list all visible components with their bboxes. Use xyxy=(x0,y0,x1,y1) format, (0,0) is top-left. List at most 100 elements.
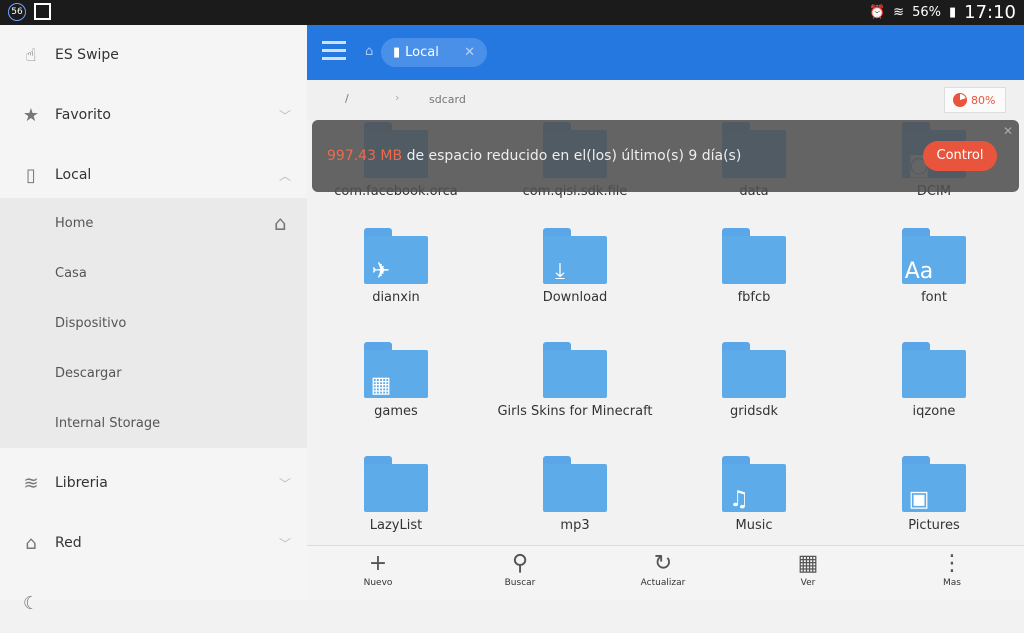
folder-item[interactable]: iqzone xyxy=(844,342,1024,419)
sidebar-sub-dispositivo[interactable]: Dispositivo xyxy=(55,316,126,331)
folder-item[interactable]: ▦ games xyxy=(306,342,486,419)
bottom-toolbar: + Nuevo ⚲ Buscar ↻ Actualizar ▦ Ver ⋮ Mas xyxy=(307,545,1024,600)
folder-icon: ♫ xyxy=(722,456,786,512)
banner-amount: 997.43 MB xyxy=(327,148,403,164)
banner-text: de espacio reducido en el(los) último(s)… xyxy=(402,148,742,164)
sidebar-item-label: Favorito xyxy=(55,107,111,123)
music-note-icon: ♫ xyxy=(729,487,749,512)
home-icon[interactable]: ⌂ xyxy=(365,44,373,59)
grid-view-icon: ▦ xyxy=(797,551,819,576)
folder-item[interactable]: ✈ dianxin xyxy=(306,228,486,305)
control-button[interactable]: Control xyxy=(923,141,997,171)
sidebar-item-label: Local xyxy=(55,167,92,183)
folder-item[interactable]: Girls Skins for Minecraft xyxy=(485,342,665,419)
layers-icon: ≋ xyxy=(23,472,39,494)
sidebar-item-partial[interactable]: ☾ xyxy=(0,573,307,633)
button-label: Nuevo xyxy=(363,578,393,588)
sidebar: ☝ ES Swipe ★ Favorito ﹀ ▯ Local ︿ Home ⌂ Casa… xyxy=(0,25,307,614)
tab-label: Local xyxy=(405,45,439,60)
view-button[interactable]: ▦ Ver xyxy=(768,550,848,588)
image-notification-icon xyxy=(34,3,51,20)
alarm-icon: ⏰ xyxy=(868,5,886,20)
chevron-down-icon: ﹀ xyxy=(278,108,291,123)
close-icon[interactable]: ✕ xyxy=(1003,124,1013,138)
folder-item[interactable]: ♫ Music xyxy=(664,456,844,533)
folder-name: iqzone xyxy=(912,404,956,419)
button-label: Mas xyxy=(943,578,961,588)
folder-name: LazyList xyxy=(369,518,423,533)
sidebar-item-label: ES Swipe xyxy=(55,47,119,63)
banner-message: 997.43 MB de espacio reducido en el(los)… xyxy=(327,148,741,164)
folder-name: Download xyxy=(542,290,608,305)
sidebar-item-es-swipe[interactable]: ☝ ES Swipe xyxy=(0,25,307,85)
menu-icon[interactable] xyxy=(322,41,346,61)
folder-icon xyxy=(722,342,786,398)
folder-item[interactable]: fbfcb xyxy=(664,228,844,305)
folder-icon: ▣ xyxy=(902,456,966,512)
storage-percent: 80% xyxy=(971,93,996,107)
font-icon: Aa xyxy=(904,259,934,284)
folder-icon xyxy=(722,228,786,284)
sidebar-item-red[interactable]: ⌂ Red ﹀ xyxy=(0,513,307,573)
folder-icon: ⤓ xyxy=(543,228,607,284)
search-button[interactable]: ⚲ Buscar xyxy=(480,550,560,588)
download-icon: ⤓ xyxy=(555,259,565,284)
chevron-down-icon: ﹀ xyxy=(278,476,291,491)
folder-name: Girls Skins for Minecraft xyxy=(497,404,653,419)
sidebar-sub-internal-storage[interactable]: Internal Storage xyxy=(55,416,160,431)
breadcrumb-current[interactable]: sdcard xyxy=(429,93,466,106)
sidebar-item-label: Libreria xyxy=(55,475,108,491)
tools-icon: ☾ xyxy=(22,592,40,614)
close-icon[interactable]: ✕ xyxy=(464,45,475,60)
sidebar-item-libreria[interactable]: ≋ Libreria ﹀ xyxy=(0,453,307,513)
button-label: Actualizar xyxy=(640,578,686,588)
refresh-button[interactable]: ↻ Actualizar xyxy=(623,550,703,588)
router-icon: ⌂ xyxy=(25,532,37,554)
breadcrumb-root[interactable]: / xyxy=(345,92,349,105)
sidebar-item-favorito[interactable]: ★ Favorito ﹀ xyxy=(0,85,307,145)
sidebar-sub-home[interactable]: Home xyxy=(55,216,93,231)
hand-swipe-icon: ☝ xyxy=(25,44,37,66)
home-icon[interactable]: ⌂ xyxy=(274,211,287,235)
sidebar-item-local[interactable]: ▯ Local ︿ xyxy=(0,145,307,205)
star-icon: ★ xyxy=(22,104,40,126)
sidebar-sub-descargar[interactable]: Descargar xyxy=(55,366,122,381)
image-icon: ▣ xyxy=(908,487,930,512)
sidebar-sub-casa[interactable]: Casa xyxy=(55,266,87,281)
folder-icon: Aa xyxy=(902,228,966,284)
battery-percent: 56% xyxy=(912,5,941,20)
phone-icon: ▯ xyxy=(26,164,36,186)
status-bar: 56 ⏰ ≋ 56% ▮ 17:10 xyxy=(0,0,1024,25)
storage-usage-button[interactable]: 80% xyxy=(944,87,1006,113)
wifi-icon: ≋ xyxy=(893,5,905,20)
app-icon: ✈ xyxy=(371,259,391,284)
button-label: Ver xyxy=(800,578,816,588)
tab-local[interactable]: ▮ Local ✕ xyxy=(381,38,487,67)
storage-banner: 997.43 MB de espacio reducido en el(los)… xyxy=(312,120,1019,192)
chevron-down-icon: ﹀ xyxy=(278,536,291,551)
plus-icon: + xyxy=(368,551,388,576)
folder-name: mp3 xyxy=(560,518,590,533)
book-icon: ▮ xyxy=(393,45,401,60)
chevron-right-icon: › xyxy=(395,91,400,104)
search-icon: ⚲ xyxy=(511,551,529,576)
folder-item[interactable]: ▣ Pictures xyxy=(844,456,1024,533)
new-button[interactable]: + Nuevo xyxy=(338,550,418,588)
folder-icon: ▦ xyxy=(364,342,428,398)
breadcrumb: / › sdcard 80% xyxy=(307,80,1024,120)
folder-item[interactable]: mp3 xyxy=(485,456,665,533)
clock: 17:10 xyxy=(964,2,1016,23)
folder-item[interactable]: Aa font xyxy=(844,228,1024,305)
pie-chart-icon xyxy=(953,93,967,107)
folder-icon xyxy=(543,342,607,398)
folder-item[interactable]: gridsdk xyxy=(664,342,844,419)
more-button[interactable]: ⋮ Mas xyxy=(912,550,992,588)
folder-name: font xyxy=(921,290,947,305)
folder-name: Pictures xyxy=(908,518,960,533)
folder-item[interactable]: LazyList xyxy=(306,456,486,533)
folder-name: Music xyxy=(735,518,773,533)
sidebar-item-label: Red xyxy=(55,535,82,551)
folder-name: gridsdk xyxy=(729,404,778,419)
top-bar: ⌂ ▮ Local ✕ xyxy=(307,25,1024,80)
folder-item[interactable]: ⤓ Download xyxy=(485,228,665,305)
